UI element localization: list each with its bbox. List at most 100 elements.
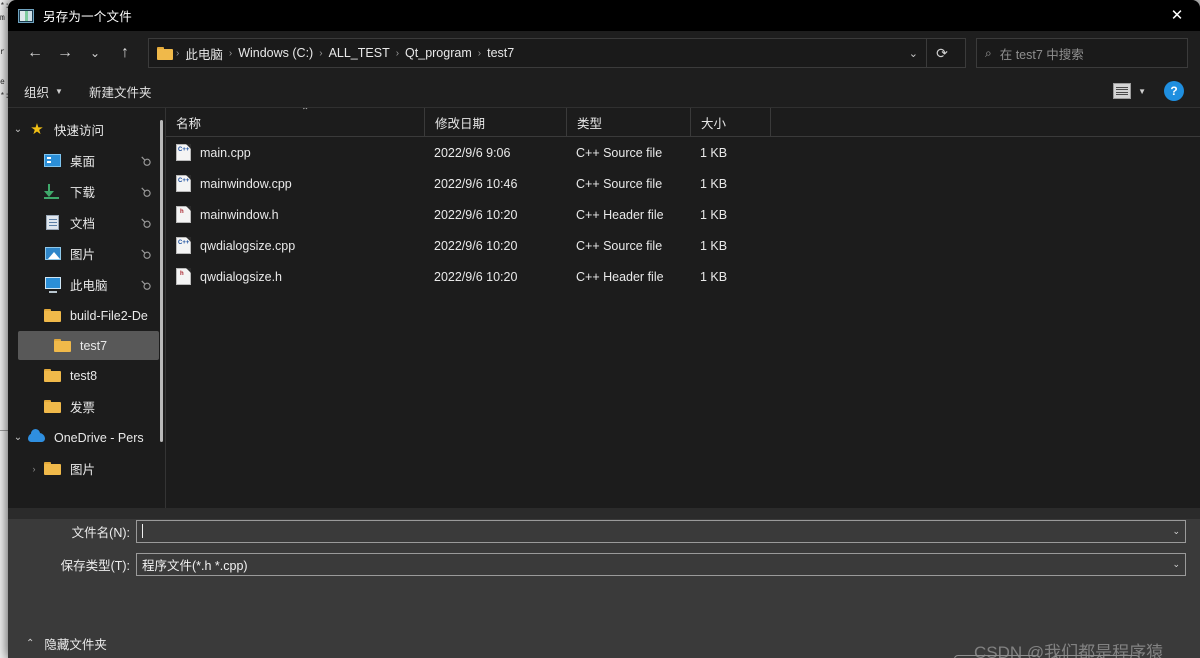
up-button[interactable]: ↑ <box>110 38 140 68</box>
pin-icon[interactable]: ⚲ <box>137 182 155 200</box>
chevron-down-icon[interactable]: ⌄ <box>8 124 28 135</box>
sidebar-item--[interactable]: ⌄文档⚲ <box>8 207 165 238</box>
file-list: 名称 ⌃ 修改日期 类型 大小 C++ main.cpp 2022/9/6 9:06… <box>166 108 1200 508</box>
cell-type: C++ Source file <box>576 176 663 191</box>
table-row[interactable]: h qwdialogsize.h 2022/9/6 10:20 C++ Header … <box>166 261 1200 292</box>
cell-date: 2022/9/6 9:06 <box>434 145 511 160</box>
hide-folders-toggle[interactable]: ⌃ 隐藏文件夹 <box>26 634 107 653</box>
filename-input[interactable]: ⌄ <box>136 519 1186 543</box>
sidebar-item-test7[interactable]: ⌄test7 <box>18 331 159 360</box>
sidebar-item-label: 此电脑 <box>70 279 108 293</box>
breadcrumb-item-3[interactable]: Qt_program <box>400 46 477 60</box>
sidebar-item-label: 文档 <box>70 217 96 231</box>
filetype-label: 保存类型(T): <box>60 558 130 573</box>
hide-folders-label: 隐藏文件夹 <box>44 638 107 652</box>
chevron-down-icon[interactable]: ⌄ <box>1172 559 1180 570</box>
window-title: 另存为一个文件 <box>43 10 132 24</box>
chevron-down-icon: ▼ <box>55 86 63 96</box>
refresh-icon[interactable]: ⟳ <box>926 38 957 68</box>
chevron-up-icon: ⌃ <box>26 638 35 649</box>
pin-icon[interactable]: ⚲ <box>137 151 155 169</box>
star-icon: ★ <box>30 120 44 138</box>
organize-button[interactable]: 组织 ▼ <box>24 82 63 101</box>
column-header-size[interactable]: 大小 <box>690 108 770 136</box>
column-header-name[interactable]: 名称 ⌃ <box>166 108 424 136</box>
sidebar-item--[interactable]: ⌄下载⚲ <box>8 176 165 207</box>
chevron-down-icon[interactable]: ⌄ <box>1172 526 1180 537</box>
back-button[interactable]: ← <box>20 38 50 68</box>
sidebar-item--[interactable]: › 图片 <box>8 453 165 484</box>
sidebar-item--[interactable]: ⌄ ★ 快速访问 <box>8 114 165 145</box>
column-header-end <box>770 108 773 136</box>
pin-icon[interactable]: ⚲ <box>137 275 155 293</box>
folder-icon <box>44 399 62 415</box>
column-header-type[interactable]: 类型 <box>566 108 690 136</box>
chevron-down-icon[interactable]: ▼ <box>1138 87 1146 96</box>
new-folder-button[interactable]: 新建文件夹 <box>89 82 152 101</box>
table-row[interactable]: C++ main.cpp 2022/9/6 9:06 C++ Source file 1… <box>166 137 1200 168</box>
sidebar-item--[interactable]: ⌄此电脑⚲ <box>8 269 165 300</box>
dialog-body: ⌄★快速访问⌄桌面⚲⌄下载⚲⌄文档⚲⌄图片⚲⌄此电脑⚲⌄build-File2-… <box>8 108 1200 508</box>
cell-date: 2022/9/6 10:20 <box>434 269 518 284</box>
search-icon: ⌕ <box>985 45 992 60</box>
breadcrumb-item-2[interactable]: ALL_TEST <box>324 46 395 60</box>
sidebar-item--[interactable]: ⌄图片⚲ <box>8 238 165 269</box>
sidebar-item--[interactable]: ⌄桌面⚲ <box>8 145 165 176</box>
cpp-file-icon: C++ <box>176 237 191 254</box>
cell-size: 1 KB <box>700 207 728 222</box>
forward-button[interactable]: → <box>50 38 80 68</box>
file-name: mainwindow.cpp <box>200 176 292 191</box>
breadcrumb[interactable]: › 此电脑 › Windows (C:) › ALL_TEST › Qt_pro… <box>148 38 966 68</box>
sidebar-item-label: build-File2-De <box>70 308 148 323</box>
cell-size: 1 KB <box>700 145 728 160</box>
table-row[interactable]: C++ mainwindow.cpp 2022/9/6 10:46 C++ Sourc… <box>166 168 1200 199</box>
file-name: qwdialogsize.h <box>200 269 282 284</box>
sidebar-item--[interactable]: ⌄发票 <box>8 391 165 422</box>
folder-icon <box>54 338 72 354</box>
sidebar-item-label: 发票 <box>70 401 96 415</box>
filetype-row: 保存类型(T): 程序文件(*.h *.cpp) ⌄ <box>8 552 1200 576</box>
cpp-file-icon: C++ <box>176 175 191 192</box>
recent-locations-button[interactable]: ⌄ <box>80 38 110 68</box>
sidebar-item-onedrive-pers[interactable]: ⌄ OneDrive - Pers <box>8 422 165 453</box>
sidebar-item-test8[interactable]: ⌄test8 <box>8 360 165 391</box>
chevron-down-icon[interactable]: ⌄ <box>901 47 926 60</box>
breadcrumb-item-1[interactable]: Windows (C:) <box>233 46 318 60</box>
search-input[interactable]: ⌕ 在 test7 中搜索 <box>976 38 1188 68</box>
pictures-icon <box>44 246 62 262</box>
table-row[interactable]: C++ qwdialogsize.cpp 2022/9/6 10:20 C++ Sou… <box>166 230 1200 261</box>
sidebar-item-label: 快速访问 <box>54 124 105 138</box>
pin-icon[interactable]: ⚲ <box>137 213 155 231</box>
h-file-icon: h <box>176 206 191 223</box>
folder-icon <box>157 46 173 60</box>
breadcrumb-item-0[interactable]: 此电脑 <box>180 44 228 63</box>
sidebar-item-build-file2-de[interactable]: ⌄build-File2-De <box>8 300 165 331</box>
view-mode-icon[interactable] <box>1113 83 1132 99</box>
navigation-bar: ← → ⌄ ↑ › 此电脑 › Windows (C:) › ALL_TEST … <box>8 31 1200 75</box>
pin-icon[interactable]: ⚲ <box>137 244 155 262</box>
help-icon[interactable]: ? <box>1164 81 1184 101</box>
cell-date: 2022/9/6 10:20 <box>434 238 518 253</box>
app-window-icon <box>18 8 34 23</box>
filetype-select[interactable]: 程序文件(*.h *.cpp) ⌄ <box>136 552 1186 576</box>
close-icon[interactable]: ✕ <box>1154 0 1200 31</box>
cell-name: h mainwindow.h <box>166 206 424 223</box>
cell-name: h qwdialogsize.h <box>166 268 424 285</box>
cell-type: C++ Source file <box>576 238 663 253</box>
cell-type: C++ Header file <box>576 207 664 222</box>
command-toolbar: 组织 ▼ 新建文件夹 ▼ ? <box>8 75 1200 108</box>
table-row[interactable]: h mainwindow.h 2022/9/6 10:20 C++ Header fi… <box>166 199 1200 230</box>
bottom-pane: 文件名(N): ⌄ 保存类型(T): 程序文件(*.h *.cpp) ⌄ ⌃ 隐… <box>8 519 1200 658</box>
column-header-date[interactable]: 修改日期 <box>424 108 566 136</box>
file-name: qwdialogsize.cpp <box>200 238 296 253</box>
breadcrumb-item-4[interactable]: test7 <box>482 46 519 60</box>
chevron-right-icon[interactable]: › <box>24 464 44 474</box>
column-headers: 名称 ⌃ 修改日期 类型 大小 <box>166 108 1200 137</box>
sidebar-list: ⌄★快速访问⌄桌面⚲⌄下载⚲⌄文档⚲⌄图片⚲⌄此电脑⚲⌄build-File2-… <box>8 114 165 484</box>
sidebar-item-label: 桌面 <box>70 155 96 169</box>
cell-size: 1 KB <box>700 176 728 191</box>
sidebar-scrollbar[interactable] <box>160 120 163 442</box>
chevron-down-icon[interactable]: ⌄ <box>8 432 28 443</box>
cpp-file-icon: C++ <box>176 144 191 161</box>
title-bar: 另存为一个文件 ✕ <box>8 0 1200 31</box>
